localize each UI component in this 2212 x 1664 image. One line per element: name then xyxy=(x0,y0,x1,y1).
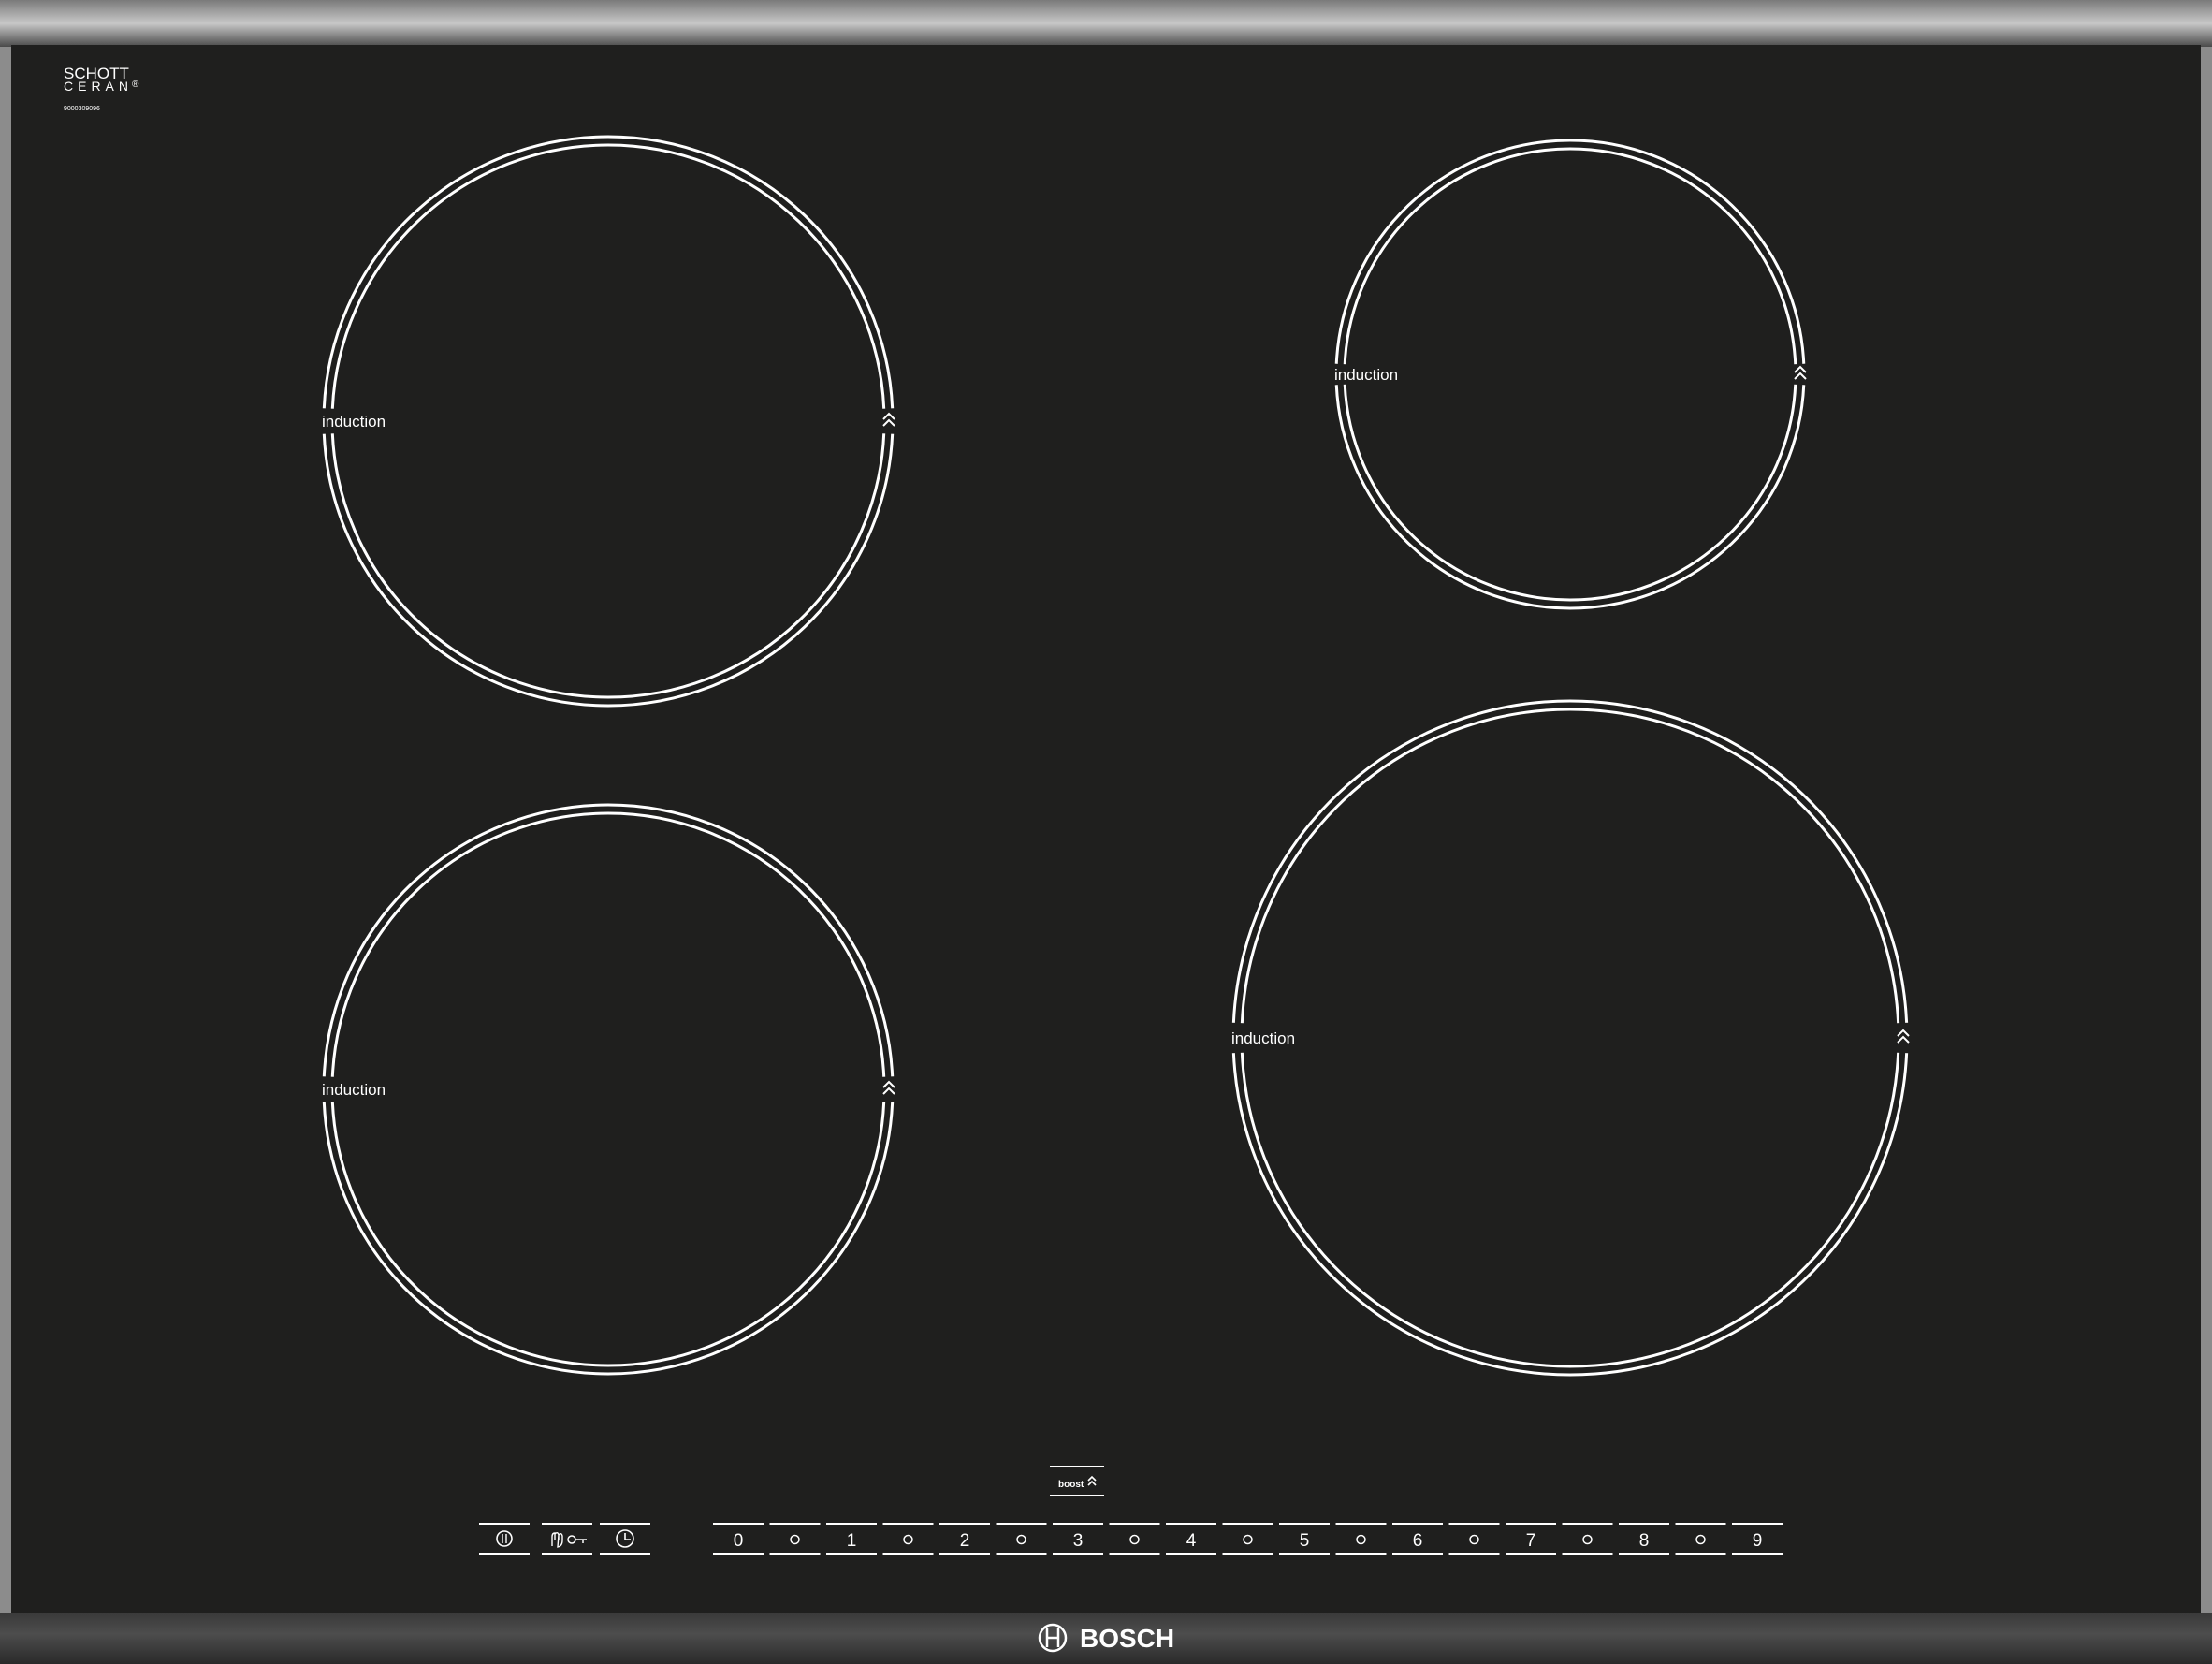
svg-text:9000309096: 9000309096 xyxy=(64,106,100,112)
level-label: 1 xyxy=(847,1531,857,1551)
glass-surface xyxy=(11,45,2201,1615)
zone-label: induction xyxy=(1231,1029,1295,1047)
bosch-wordmark: BOSCH xyxy=(1080,1624,1174,1653)
level-label: 0 xyxy=(734,1531,744,1551)
boost-label: boost xyxy=(1058,1480,1084,1490)
zone-label: induction xyxy=(1334,366,1398,384)
induction-cooktop: SCHOTT CERAN ® 9000309096 inductioninduc… xyxy=(0,0,2212,1664)
svg-text:®: ® xyxy=(132,80,139,90)
level-label: 6 xyxy=(1413,1531,1423,1551)
zone-label: induction xyxy=(322,413,386,431)
level-label: 9 xyxy=(1753,1531,1763,1551)
level-label: 8 xyxy=(1639,1531,1650,1551)
level-label: 3 xyxy=(1073,1531,1084,1551)
level-label: 7 xyxy=(1526,1531,1536,1551)
level-label: 4 xyxy=(1186,1531,1197,1551)
zone-label: induction xyxy=(322,1081,386,1099)
svg-text:CERAN: CERAN xyxy=(64,79,133,94)
level-label: 5 xyxy=(1300,1531,1310,1551)
level-label: 2 xyxy=(960,1531,970,1551)
frame-top-edge xyxy=(0,0,2212,47)
